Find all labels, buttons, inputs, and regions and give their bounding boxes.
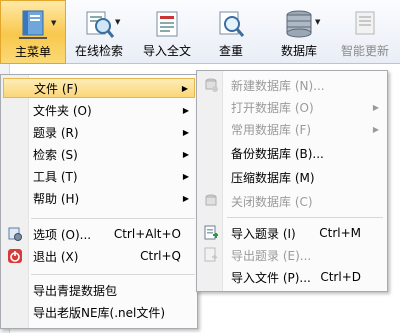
- submenu-arrow-icon: ▶: [182, 105, 189, 115]
- main-menu-label: 主菜单: [14, 45, 51, 59]
- submenu-item-backup-db[interactable]: 备份数据库 (B)...: [199, 143, 385, 163]
- submenu-item-backup-db-label: 备份数据库 (B)...: [231, 146, 324, 161]
- online-search-button[interactable]: ▼ 在线检索: [70, 0, 128, 64]
- menu-item-exit[interactable]: 退出 (X) Ctrl+Q: [3, 246, 195, 266]
- options-shortcut: Ctrl+Alt+O: [113, 227, 181, 241]
- dedupe-button[interactable]: 查重: [208, 0, 254, 64]
- new-database-icon: [203, 77, 219, 93]
- submenu-arrow-icon: ▶: [372, 124, 379, 134]
- submenu-arrow-icon: ▶: [182, 149, 189, 159]
- import-fulltext-label: 导入全文: [142, 44, 191, 58]
- smart-update-icon: [347, 6, 383, 44]
- submenu-item-common-db-label: 常用数据库 (F): [231, 122, 312, 137]
- dedupe-label: 查重: [218, 44, 243, 58]
- submenu-item-new-db[interactable]: 新建数据库 (N)...: [199, 75, 385, 95]
- menu-item-export-qingti[interactable]: 导出青提数据包: [3, 280, 195, 300]
- menu-item-records-label: 题录 (R): [33, 125, 79, 140]
- menu-item-export-old-ne[interactable]: 导出老版NE库(.nel文件): [3, 302, 195, 322]
- submenu-item-open-db[interactable]: 打开数据库 (O) ▶: [199, 97, 385, 117]
- menu-item-export-qingti-label: 导出青提数据包: [33, 283, 118, 298]
- main-menu-button[interactable]: ▼ 主菜单: [0, 0, 66, 64]
- submenu-item-common-db[interactable]: 常用数据库 (F) ▶: [199, 119, 385, 139]
- import-records-shortcut: Ctrl+M: [319, 226, 361, 240]
- online-search-label: 在线检索: [74, 44, 123, 58]
- menu-item-folder-label: 文件夹 (O): [33, 103, 92, 118]
- menu-item-search-label: 检索 (S): [33, 147, 78, 162]
- import-file-shortcut: Ctrl+D: [320, 270, 361, 284]
- submenu-separator: [227, 217, 383, 218]
- ribbon-toolbar: ▼ 主菜单 ▼ 在线检索 导入全文 查重 ▼ 数据库 智能更新: [0, 0, 400, 64]
- menu-item-file-label: 文件 (F): [34, 81, 79, 96]
- import-fulltext-icon: [149, 6, 185, 44]
- submenu-arrow-icon: ▶: [181, 83, 188, 93]
- menu-item-help-label: 帮助 (H): [33, 191, 80, 206]
- menu-item-records[interactable]: 题录 (R) ▶: [3, 122, 195, 142]
- import-fulltext-button[interactable]: 导入全文: [138, 0, 196, 64]
- import-records-icon: [203, 225, 219, 241]
- menu-item-file[interactable]: 文件 (F) ▶: [3, 78, 195, 98]
- submenu-item-export-records[interactable]: 导出题录 (E)...: [199, 245, 385, 265]
- submenu-item-import-records-label: 导入题录 (I): [231, 226, 296, 241]
- submenu-item-new-db-label: 新建数据库 (N)...: [231, 78, 325, 93]
- menu-item-options[interactable]: 选项 (O)... Ctrl+Alt+O: [3, 224, 195, 244]
- submenu-item-compress-db-label: 压缩数据库 (M): [231, 170, 315, 185]
- database-button[interactable]: ▼ 数据库: [270, 0, 328, 64]
- submenu-arrow-icon: ▶: [182, 127, 189, 137]
- submenu-item-open-db-label: 打开数据库 (O): [231, 100, 314, 115]
- menu-item-exit-label: 退出 (X): [33, 249, 79, 264]
- close-database-icon: [203, 193, 219, 209]
- menu-item-export-old-ne-label: 导出老版NE库(.nel文件): [33, 305, 166, 320]
- smart-update-button[interactable]: 智能更新: [334, 0, 396, 64]
- dedupe-icon: [213, 6, 249, 44]
- submenu-item-export-records-label: 导出题录 (E)...: [231, 248, 312, 263]
- export-records-icon: [203, 247, 219, 263]
- submenu-item-close-db-label: 关闭数据库 (C): [231, 194, 313, 209]
- menu-item-folder[interactable]: 文件夹 (O) ▶: [3, 100, 195, 120]
- menu-item-search[interactable]: 检索 (S) ▶: [3, 144, 195, 164]
- menu-item-options-label: 选项 (O)...: [33, 227, 92, 242]
- online-search-icon: ▼: [81, 6, 120, 44]
- menu-item-tools[interactable]: 工具 (T) ▶: [3, 166, 195, 186]
- menu-item-tools-label: 工具 (T): [33, 169, 78, 184]
- menu-separator: [31, 274, 195, 275]
- menu-item-help[interactable]: 帮助 (H) ▶: [3, 188, 195, 208]
- submenu-arrow-icon: ▶: [182, 171, 189, 181]
- database-label: 数据库: [280, 44, 317, 58]
- smart-update-label: 智能更新: [340, 44, 389, 58]
- submenu-item-import-file-label: 导入文件 (P)...: [231, 270, 311, 285]
- exit-shortcut: Ctrl+Q: [140, 249, 181, 263]
- submenu-arrow-icon: ▶: [372, 102, 379, 112]
- menu-separator: [31, 218, 195, 219]
- exit-icon: [7, 248, 23, 264]
- submenu-item-import-file[interactable]: 导入文件 (P)... Ctrl+D: [199, 267, 385, 287]
- submenu-arrow-icon: ▶: [182, 193, 189, 203]
- options-icon: [7, 226, 23, 242]
- main-menu-icon: ▼: [15, 7, 56, 45]
- database-icon: ▼: [281, 6, 320, 44]
- submenu-item-close-db[interactable]: 关闭数据库 (C): [199, 191, 385, 211]
- file-submenu: 新建数据库 (N)... 打开数据库 (O) ▶ 常用数据库 (F) ▶ 备份数…: [196, 70, 388, 292]
- main-menu-dropdown: 文件 (F) ▶ 文件夹 (O) ▶ 题录 (R) ▶ 检索 (S) ▶ 工具 …: [0, 74, 198, 329]
- submenu-item-import-records[interactable]: 导入题录 (I) Ctrl+M: [199, 223, 385, 243]
- submenu-item-compress-db[interactable]: 压缩数据库 (M): [199, 167, 385, 187]
